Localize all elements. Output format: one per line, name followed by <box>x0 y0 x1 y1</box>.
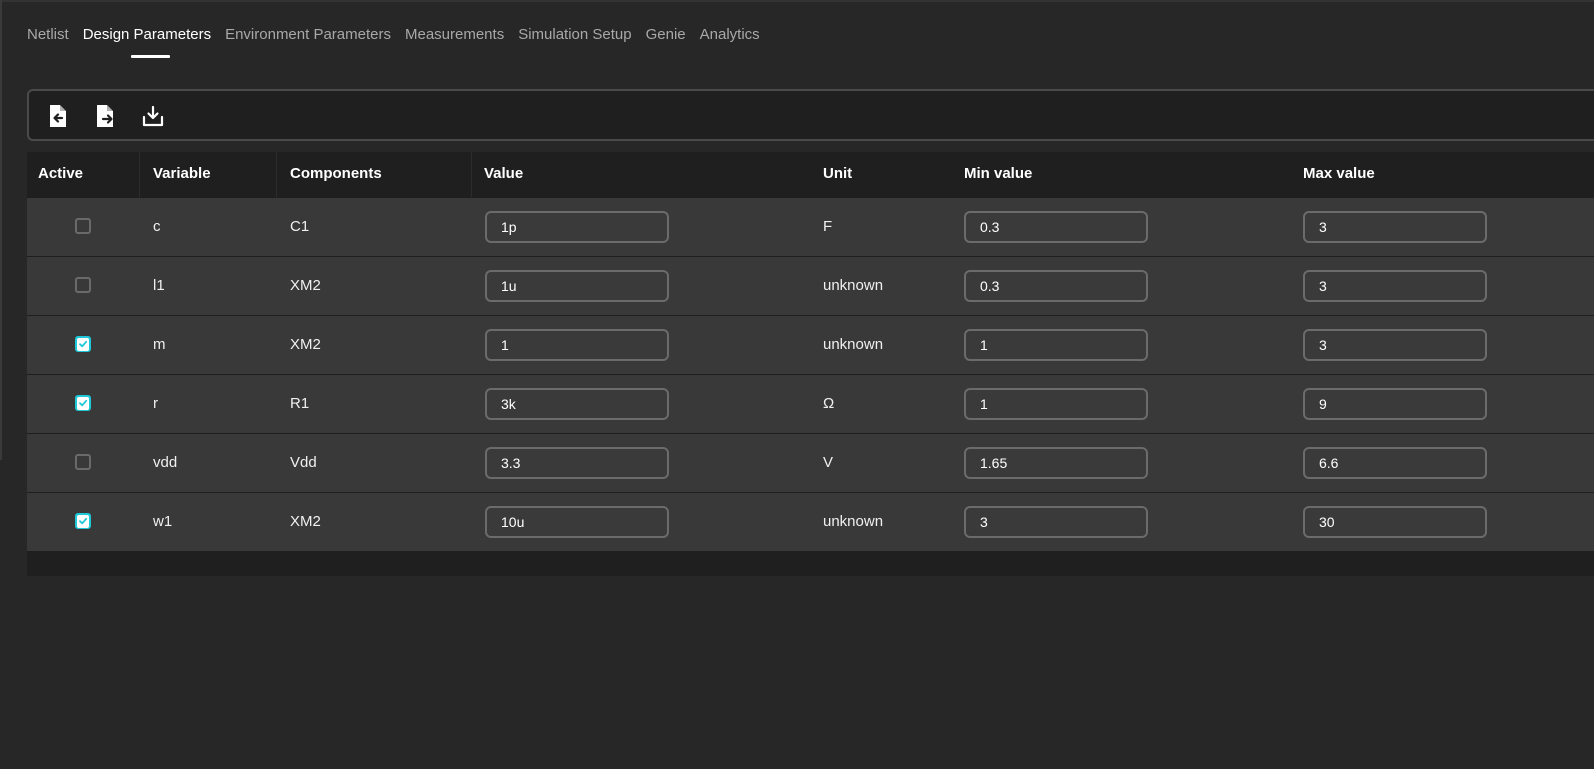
tab-analytics[interactable]: Analytics <box>700 26 760 44</box>
column-divider <box>139 152 140 197</box>
import-file-button[interactable] <box>45 103 71 129</box>
components-cell: XM2 <box>290 336 321 353</box>
app-window: Netlist Design Parameters Environment Pa… <box>0 0 1594 769</box>
active-checkbox[interactable] <box>75 513 91 529</box>
column-header-max-value[interactable]: Max value <box>1303 165 1375 182</box>
min-value-input[interactable] <box>964 447 1148 479</box>
variable-cell: l1 <box>153 277 165 294</box>
column-divider <box>276 152 277 197</box>
min-value-input[interactable] <box>964 329 1148 361</box>
column-header-unit[interactable]: Unit <box>823 165 852 182</box>
table-body: c C1 F l1 XM2 unknown <box>27 197 1594 551</box>
unit-cell: Ω <box>823 395 835 412</box>
max-value-input[interactable] <box>1303 447 1487 479</box>
top-border <box>0 0 1594 2</box>
left-border <box>0 0 2 460</box>
value-input[interactable] <box>485 211 669 243</box>
checkmark-icon <box>79 399 88 407</box>
tab-netlist[interactable]: Netlist <box>27 26 69 44</box>
unit-cell: unknown <box>823 277 884 294</box>
variable-cell: c <box>153 218 161 235</box>
max-value-input[interactable] <box>1303 270 1487 302</box>
table-row: r R1 Ω <box>27 374 1594 433</box>
download-button[interactable] <box>140 103 166 129</box>
active-checkbox[interactable] <box>75 336 91 352</box>
tab-measurements[interactable]: Measurements <box>405 26 504 44</box>
table-row: l1 XM2 unknown <box>27 256 1594 315</box>
unit-cell: V <box>823 454 834 471</box>
value-input[interactable] <box>485 447 669 479</box>
tab-simulation-setup[interactable]: Simulation Setup <box>518 26 631 44</box>
checkmark-icon <box>79 517 88 525</box>
components-cell: C1 <box>290 218 310 235</box>
value-input[interactable] <box>485 270 669 302</box>
column-header-value[interactable]: Value <box>484 165 523 182</box>
file-export-icon <box>97 105 113 127</box>
variable-cell: m <box>153 336 166 353</box>
active-checkbox[interactable] <box>75 395 91 411</box>
max-value-input[interactable] <box>1303 329 1487 361</box>
table-footer <box>27 551 1594 576</box>
tab-bar: Netlist Design Parameters Environment Pa… <box>27 26 774 58</box>
checkmark-icon <box>79 340 88 348</box>
unit-cell: unknown <box>823 513 884 530</box>
value-input[interactable] <box>485 506 669 538</box>
variable-cell: vdd <box>153 454 178 471</box>
value-input[interactable] <box>485 388 669 420</box>
download-icon <box>142 105 164 127</box>
max-value-input[interactable] <box>1303 211 1487 243</box>
table-row: w1 XM2 unknown <box>27 492 1594 551</box>
design-parameters-table: Active Variable Components Value Unit Mi… <box>27 152 1594 576</box>
column-header-variable[interactable]: Variable <box>153 165 211 182</box>
column-divider <box>471 152 472 197</box>
checkbox-fill <box>77 514 89 528</box>
components-cell: XM2 <box>290 277 321 294</box>
variable-cell: r <box>153 395 158 412</box>
tab-design-parameters[interactable]: Design Parameters <box>83 26 211 58</box>
table-header: Active Variable Components Value Unit Mi… <box>27 152 1594 197</box>
export-file-button[interactable] <box>93 103 119 129</box>
value-input[interactable] <box>485 329 669 361</box>
active-checkbox[interactable] <box>75 454 91 470</box>
active-checkbox[interactable] <box>75 218 91 234</box>
min-value-input[interactable] <box>964 506 1148 538</box>
checkbox-fill <box>77 337 89 351</box>
variable-cell: w1 <box>153 513 173 530</box>
table-row: c C1 F <box>27 197 1594 256</box>
min-value-input[interactable] <box>964 270 1148 302</box>
tab-genie[interactable]: Genie <box>646 26 686 44</box>
column-header-min-value[interactable]: Min value <box>964 165 1032 182</box>
checkbox-fill <box>77 396 89 410</box>
max-value-input[interactable] <box>1303 388 1487 420</box>
column-header-components[interactable]: Components <box>290 165 382 182</box>
table-row: m XM2 unknown <box>27 315 1594 374</box>
toolbar <box>27 89 1594 141</box>
file-import-icon <box>50 105 66 127</box>
components-cell: R1 <box>290 395 310 412</box>
max-value-input[interactable] <box>1303 506 1487 538</box>
unit-cell: unknown <box>823 336 884 353</box>
table-row: vdd Vdd V <box>27 433 1594 492</box>
min-value-input[interactable] <box>964 211 1148 243</box>
active-checkbox[interactable] <box>75 277 91 293</box>
unit-cell: F <box>823 218 833 235</box>
column-header-active[interactable]: Active <box>38 165 83 182</box>
min-value-input[interactable] <box>964 388 1148 420</box>
components-cell: XM2 <box>290 513 321 530</box>
tab-environment-parameters[interactable]: Environment Parameters <box>225 26 391 44</box>
components-cell: Vdd <box>290 454 317 471</box>
